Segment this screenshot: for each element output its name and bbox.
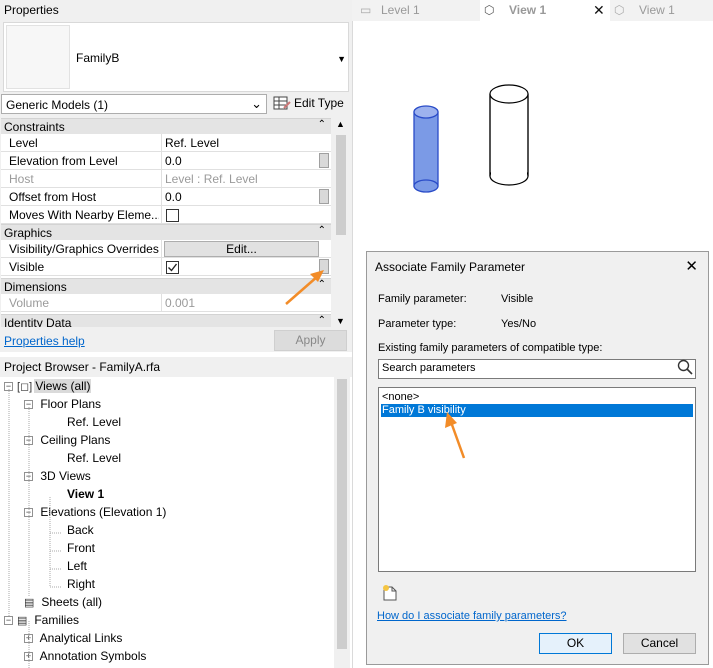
type-selector[interactable]: FamilyB ▼ (3, 22, 349, 92)
tree-node-right[interactable]: Right (67, 577, 95, 591)
prop-label: Visible (9, 260, 45, 274)
model-cylinders[interactable] (405, 80, 535, 200)
prop-label: Visibility/Graphics Overrides (9, 242, 159, 256)
apply-button[interactable]: Apply (274, 330, 347, 351)
project-browser-header: Project Browser - FamilyA.rfa (0, 357, 352, 377)
prop-value: Level : Ref. Level (165, 172, 258, 186)
group-label: Identity Data (4, 316, 72, 327)
new-parameter-icon[interactable] (381, 584, 399, 605)
list-item-selected[interactable]: Family B visibility (381, 404, 693, 417)
group-constraints[interactable]: Constraints ⌃ (1, 118, 331, 134)
project-browser-title: Project Browser - FamilyA.rfa (4, 360, 161, 374)
prop-row-elevation[interactable]: Elevation from Level 0.0 (1, 152, 331, 170)
annotation-arrow-icon (285, 270, 324, 305)
cylinder-other[interactable] (489, 84, 529, 186)
chevron-down-icon: ⌄ (251, 96, 262, 111)
cylinder-family-b[interactable] (413, 105, 439, 193)
scrollbar-thumb[interactable] (337, 379, 347, 649)
family-parameter-value: Visible (501, 293, 534, 305)
prop-label: Host (9, 172, 34, 186)
prop-row-host: Host Level : Ref. Level (1, 170, 331, 188)
scrollbar-thumb[interactable] (336, 135, 346, 235)
prop-value: Ref. Level (165, 136, 220, 150)
edit-type-icon (273, 95, 291, 114)
check-icon (168, 263, 178, 272)
category-select[interactable]: Generic Models (1) ⌄ (1, 94, 267, 114)
tree-node-ceiling-ref-level[interactable]: Ref. Level (67, 451, 121, 465)
parameter-type-value: Yes/No (501, 318, 537, 330)
associate-param-button[interactable] (319, 189, 329, 204)
existing-params-label: Existing family parameters of compatible… (378, 342, 603, 354)
list-item[interactable]: <none> (381, 391, 693, 404)
family-parameter-label: Family parameter: (378, 293, 467, 305)
search-input[interactable]: Search parameters (378, 359, 696, 379)
type-name: FamilyB (76, 51, 120, 65)
scroll-up-icon[interactable]: ▲ (336, 119, 345, 129)
properties-title: Properties (4, 3, 59, 17)
tab-label: View 1 (509, 3, 547, 17)
prop-label: Moves With Nearby Eleme... (9, 208, 159, 222)
prop-row-moves[interactable]: Moves With Nearby Eleme... (1, 206, 331, 224)
prop-value: 0.001 (165, 296, 196, 310)
prop-label: Volume (9, 296, 50, 310)
group-label: Dimensions (4, 280, 67, 294)
3d-view-icon: ⬡ (614, 3, 625, 17)
parameters-list[interactable]: <none> Family B visibility (378, 387, 696, 572)
associate-param-button[interactable] (319, 153, 329, 168)
tab-view-1-active[interactable]: ⬡ View 1 ✕ (480, 0, 610, 21)
prop-label: Level (9, 136, 38, 150)
group-label: Constraints (4, 120, 65, 134)
category-select-value: Generic Models (1) (6, 98, 109, 112)
ok-button[interactable]: OK (539, 633, 612, 654)
close-icon[interactable]: ✕ (685, 257, 698, 275)
associate-help-link[interactable]: How do I associate family parameters? (377, 610, 567, 622)
moves-checkbox[interactable] (166, 209, 179, 222)
prop-value[interactable]: 0.0 (165, 154, 182, 168)
tree-node-left[interactable]: Left (67, 559, 87, 573)
prop-label: Elevation from Level (9, 154, 118, 168)
edit-overrides-button[interactable]: Edit... (164, 241, 319, 257)
prop-value[interactable]: 0.0 (165, 190, 182, 204)
tab-view-1[interactable]: ⬡ View 1 (610, 0, 713, 21)
annotation-arrow-icon (445, 412, 466, 459)
dialog-title: Associate Family Parameter (375, 260, 526, 274)
edit-type-button[interactable]: Edit Type (271, 94, 351, 114)
parameter-type-label: Parameter type: (378, 318, 457, 330)
group-graphics[interactable]: Graphics ⌃ (1, 224, 331, 240)
collapse-icon[interactable]: ⌃ (318, 315, 326, 326)
tree-guides (8, 389, 62, 668)
tab-level-1[interactable]: ▭ Level 1 (352, 0, 480, 21)
scroll-down-icon[interactable]: ▼ (336, 316, 345, 326)
dropdown-arrow-icon[interactable]: ▼ (337, 54, 346, 64)
3d-view-icon: ⬡ (484, 3, 495, 17)
group-identity[interactable]: Identity Data ⌃ (1, 314, 331, 327)
collapse-icon[interactable]: ⌃ (318, 119, 326, 130)
prop-row-offset[interactable]: Offset from Host 0.0 (1, 188, 331, 206)
tree-node-view-1[interactable]: View 1 (67, 487, 104, 501)
group-label: Graphics (4, 226, 53, 240)
close-icon[interactable]: ✕ (593, 2, 605, 19)
edit-type-label: Edit Type (294, 96, 344, 110)
visible-checkbox[interactable] (166, 261, 179, 274)
prop-label: Offset from Host (9, 190, 97, 204)
floor-plan-icon: ▭ (360, 3, 372, 17)
collapse-icon[interactable]: ⌃ (318, 225, 326, 236)
tree-node-back[interactable]: Back (67, 523, 94, 537)
tab-label: Level 1 (381, 3, 420, 17)
prop-row-level[interactable]: Level Ref. Level (1, 134, 331, 152)
properties-help-link[interactable]: Properties help (4, 334, 85, 348)
tree-node-front[interactable]: Front (67, 541, 95, 555)
search-icon[interactable] (677, 359, 693, 378)
prop-row-vis-overrides[interactable]: Visibility/Graphics Overrides Edit... (1, 240, 331, 258)
type-thumbnail (6, 25, 70, 89)
tree-node-floor-ref-level[interactable]: Ref. Level (67, 415, 121, 429)
tab-label: View 1 (639, 3, 675, 17)
search-placeholder: Search parameters (382, 362, 476, 374)
view-tabs: ▭ Level 1 ⬡ View 1 ✕ ⬡ View 1 (352, 0, 713, 21)
associate-family-parameter-dialog: Associate Family Parameter ✕ Family para… (366, 251, 709, 665)
cancel-button[interactable]: Cancel (623, 633, 696, 654)
